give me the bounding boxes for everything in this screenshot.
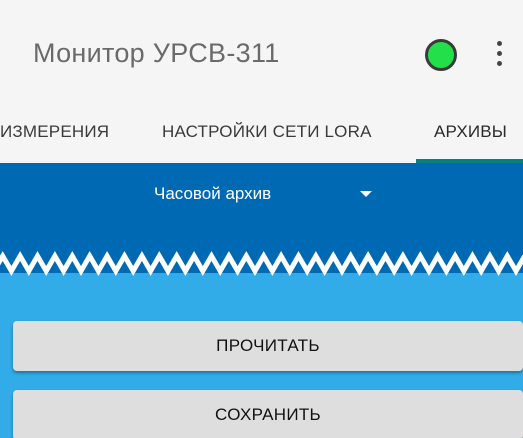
save-button[interactable]: СОХРАНИТЬ (13, 390, 523, 438)
tab-archives[interactable]: АРХИВЫ (434, 122, 507, 142)
connection-status-icon (425, 39, 457, 71)
tab-lora-settings[interactable]: НАСТРОЙКИ СЕТИ LORA (162, 122, 372, 142)
archive-type-select[interactable]: Часовой архив (150, 184, 380, 212)
more-vert-icon[interactable] (492, 41, 506, 71)
tab-measurements[interactable]: ИЗМЕРЕНИЯ (0, 122, 109, 142)
dropdown-arrow-icon[interactable] (360, 191, 372, 197)
app-title: Монитор УРСВ-311 (33, 38, 280, 68)
archive-content: ПРОЧИТАТЬ СОХРАНИТЬ (0, 273, 523, 438)
app-bar: Монитор УРСВ-311 (0, 0, 523, 105)
zigzag-divider (0, 251, 523, 276)
archive-type-value: Часовой архив (154, 184, 272, 203)
read-button[interactable]: ПРОЧИТАТЬ (13, 321, 523, 371)
tab-bar: ИЗМЕРЕНИЯ НАСТРОЙКИ СЕТИ LORA АРХИВЫ (0, 105, 523, 163)
